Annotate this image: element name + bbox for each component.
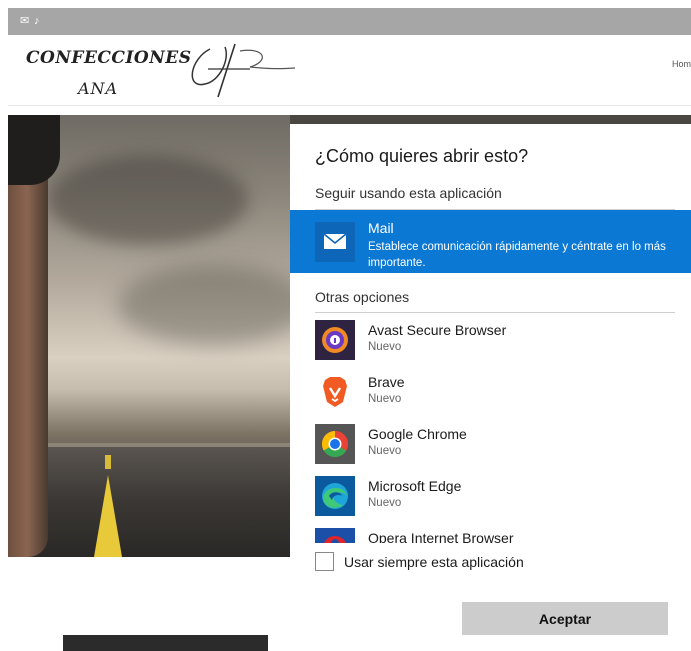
- content-area: [8, 557, 290, 651]
- site-header: CONFECCIONES ANA Hom: [8, 35, 691, 106]
- app-description: Establece comunicación rápidamente y cén…: [368, 241, 666, 269]
- open-with-dialog: ¿Cómo quieres abrir esto? Seguir usando …: [290, 124, 691, 651]
- dialog-title: ¿Cómo quieres abrir esto?: [315, 146, 529, 166]
- app-option-edge[interactable]: Microsoft Edge Nuevo: [315, 476, 675, 521]
- app-name: Google Chrome: [368, 426, 467, 442]
- always-use-label[interactable]: Usar siempre esta aplicación: [344, 554, 524, 570]
- brave-lion-icon: [315, 372, 355, 412]
- app-option-opera[interactable]: Opera Internet Browser: [315, 528, 675, 543]
- avast-browser-icon: [315, 320, 355, 360]
- email-icon[interactable]: ✉: [20, 15, 29, 27]
- app-name: Avast Secure Browser: [368, 322, 507, 338]
- app-name: Mail: [368, 220, 394, 236]
- app-status: Nuevo: [368, 341, 402, 353]
- app-option-mail[interactable]: Mail Establece comunicación rápidamente …: [290, 210, 691, 273]
- content-image: [63, 635, 268, 651]
- hero-image: [8, 115, 290, 557]
- other-options-label: Otras opciones: [315, 289, 410, 305]
- app-name: Opera Internet Browser: [368, 530, 514, 543]
- tiktok-icon[interactable]: ♪: [34, 15, 40, 27]
- chrome-icon: [315, 424, 355, 464]
- app-status: Nuevo: [368, 393, 402, 405]
- divider: [315, 312, 675, 313]
- keep-using-label: Seguir usando esta aplicación: [315, 185, 502, 201]
- accept-button[interactable]: Aceptar: [462, 602, 668, 635]
- edge-icon: [315, 476, 355, 516]
- app-option-brave[interactable]: Brave Nuevo: [315, 372, 675, 417]
- app-name: Microsoft Edge: [368, 478, 462, 494]
- app-list[interactable]: Avast Secure Browser Nuevo Brave Nuevo G…: [290, 314, 691, 543]
- app-option-avast[interactable]: Avast Secure Browser Nuevo: [315, 320, 675, 365]
- app-status: Nuevo: [368, 445, 402, 457]
- logo-subtext[interactable]: ANA: [78, 79, 118, 98]
- nav-home-link[interactable]: Hom: [672, 59, 691, 69]
- app-name: Brave: [368, 374, 405, 390]
- top-social-bar: ✉ ♪: [8, 8, 691, 35]
- always-use-checkbox[interactable]: [315, 552, 334, 571]
- opera-icon: [315, 528, 355, 543]
- app-status: Nuevo: [368, 497, 402, 509]
- logo-text[interactable]: CONFECCIONES: [26, 48, 192, 68]
- app-option-chrome[interactable]: Google Chrome Nuevo: [315, 424, 675, 469]
- mail-envelope-icon: [315, 222, 355, 262]
- logo-needle-icon: [191, 43, 296, 98]
